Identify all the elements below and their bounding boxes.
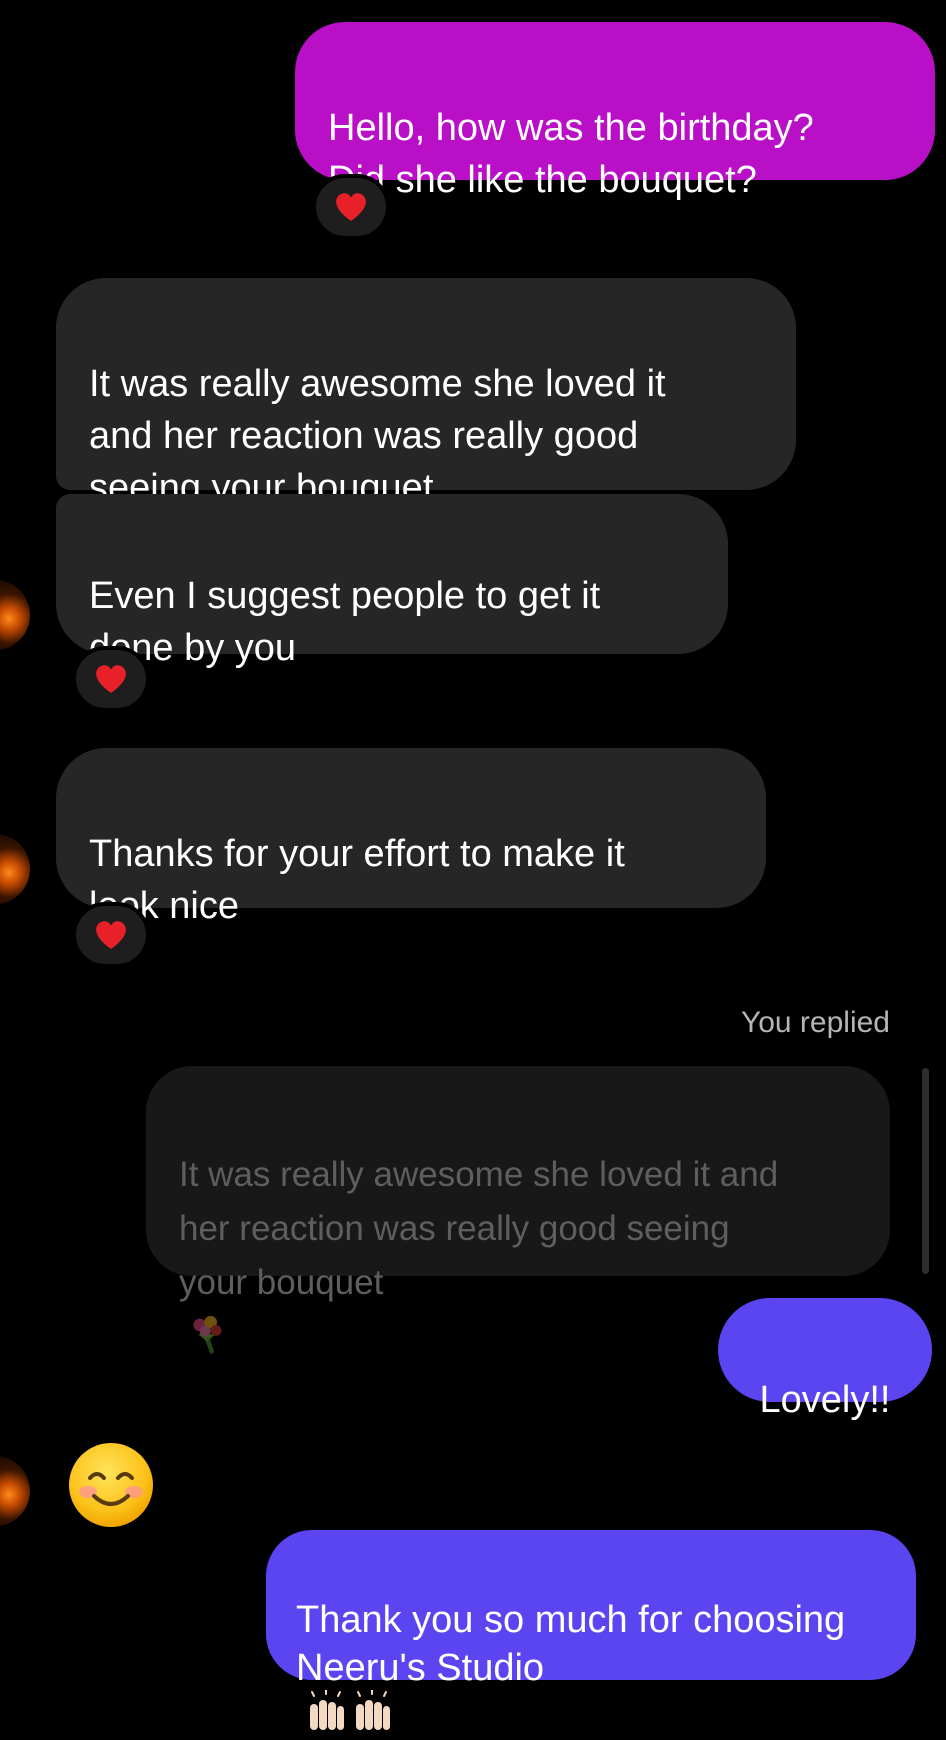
contact-avatar[interactable] [0, 1456, 30, 1526]
heart-icon [336, 193, 366, 221]
contact-avatar[interactable] [0, 834, 30, 904]
message-text: Even I suggest people to get it done by … [89, 575, 601, 669]
reaction-badge[interactable] [72, 902, 150, 968]
message-bubble-outgoing[interactable]: Lovely!! [718, 1298, 932, 1421]
reaction-badge[interactable] [312, 174, 390, 240]
message-text: Thanks for your effort to make it look n… [89, 833, 625, 927]
heart-icon [96, 665, 126, 693]
message-bubble-incoming[interactable]: Even I suggest people to get it done by … [56, 494, 728, 669]
quoted-message[interactable]: It was really awesome she loved it and h… [146, 1066, 890, 1354]
message-bubble-incoming[interactable]: Thanks for your effort to make it look n… [56, 748, 766, 927]
message-bubble-outgoing[interactable]: Hello, how was the birthday? Did she lik… [295, 22, 935, 201]
message-text: Hello, how was the birthday? Did she lik… [328, 107, 814, 201]
heart-icon [96, 921, 126, 949]
message-text: Lovely!! [759, 1379, 891, 1421]
message-text: Thank you so much for choosing Neeru's S… [296, 1599, 846, 1689]
reply-indicator-bar [922, 1068, 929, 1274]
reaction-badge[interactable] [72, 646, 150, 712]
message-bubble-incoming[interactable]: It was really awesome she loved it and h… [56, 278, 796, 559]
message-bubble-outgoing[interactable]: Thank you so much for choosing Neeru's S… [266, 1530, 916, 1730]
bouquet-icon [193, 1315, 222, 1354]
contact-avatar[interactable] [0, 580, 30, 650]
quoted-text: It was really awesome she loved it and h… [179, 1155, 779, 1302]
reply-label: You replied [740, 1006, 890, 1039]
smiling-face-icon[interactable] [66, 1440, 156, 1530]
message-text: It was really awesome she loved it and h… [89, 363, 666, 509]
raising-hands-icon [310, 1689, 390, 1730]
